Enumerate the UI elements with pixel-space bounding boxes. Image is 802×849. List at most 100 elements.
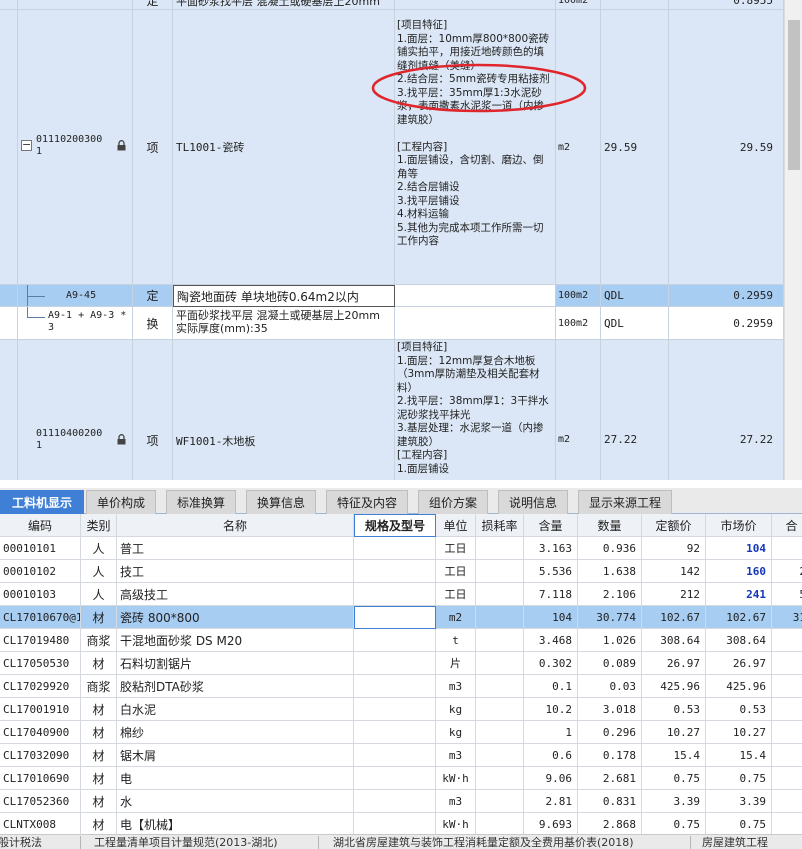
cell-category[interactable]: 商浆 [81,629,117,652]
cell-spec[interactable] [354,537,436,560]
row-features[interactable]: [项目特征] 1.面层：10mm厚800*800瓷砖铺实拍平，用接近地砖颜色的填… [395,10,556,285]
cell-spec[interactable] [354,560,436,583]
cell-loss-rate[interactable] [476,583,524,606]
cell-loss-rate[interactable] [476,744,524,767]
collapse-toggle[interactable]: − [21,139,32,151]
bill-row-selected[interactable]: A9-45 定 陶瓷地面砖 单块地砖0.64m2以内 100m2 QDL 0.2… [0,285,784,307]
cell-loss-rate[interactable] [476,560,524,583]
cell-name[interactable]: 白水泥 [117,698,354,721]
tab-conversion-info[interactable]: 换算信息 [246,490,316,514]
cell-quantity[interactable]: 0.831 [578,790,642,813]
cell-quantity[interactable]: 3.018 [578,698,642,721]
cell-quantity[interactable]: 2.106 [578,583,642,606]
grid-row[interactable]: 00010101 人普工 工日 3.163 0.936 92 104 [0,537,802,560]
cell-quota-price[interactable]: 212 [642,583,706,606]
cell-unit[interactable]: kW·h [436,767,476,790]
cell-spec[interactable] [354,767,436,790]
cell-quantity[interactable]: 2.681 [578,767,642,790]
cell-spec[interactable] [354,721,436,744]
cell-loss-rate[interactable] [476,629,524,652]
cell-market-price[interactable]: 26.97 [706,652,772,675]
cell-loss-rate[interactable] [476,790,524,813]
tab-features[interactable]: 特征及内容 [326,490,408,514]
cell-total[interactable] [772,675,802,698]
cell-category[interactable]: 材 [81,767,117,790]
tab-source-project[interactable]: 显示来源工程 [578,490,672,514]
cell-content[interactable]: 1 [524,721,578,744]
grid-row-selected[interactable]: CL17010670@1 材瓷砖 800*800 m2 104 30.774 102.67… [0,606,802,629]
cell-market-price[interactable]: 0.75 [706,813,772,834]
grid-row[interactable]: CL17001910 材白水泥 kg 10.2 3.018 0.53 0.53 [0,698,802,721]
cell-category[interactable]: 材 [81,721,117,744]
cell-market-price[interactable]: 15.4 [706,744,772,767]
cell-category[interactable]: 人 [81,537,117,560]
cell-quota-price[interactable]: 15.4 [642,744,706,767]
cell-name[interactable]: 普工 [117,537,354,560]
cell-content[interactable]: 0.6 [524,744,578,767]
cell-quantity[interactable]: 0.296 [578,721,642,744]
cell-loss-rate[interactable] [476,606,524,629]
cell-unit[interactable]: m2 [436,606,476,629]
cell-quantity[interactable]: 0.089 [578,652,642,675]
cell-unit[interactable]: m3 [436,675,476,698]
tab-labor-material[interactable]: 工料机显示 [0,490,84,514]
col-market-price[interactable]: 市场价 [706,514,772,537]
cell-total[interactable] [772,744,802,767]
bill-row-tile[interactable]: − 011102003001 项 TL1001-瓷砖 [项目特征] 1.面层：1… [0,10,784,285]
grid-row[interactable]: 00010102人技工 工日 5.5361.6381421602 [0,560,802,583]
cell-quantity[interactable]: 0.178 [578,744,642,767]
cell-market-price[interactable]: 102.67 [706,606,772,629]
row-features[interactable]: [项目特征] 1.面层：12mm厚复合木地板（3mm厚防潮垫及相关配套材料） 2… [395,340,556,480]
cell-code[interactable]: CLNTX008 [0,813,81,834]
cell-category[interactable]: 材 [81,813,117,834]
cell-name[interactable]: 棉纱 [117,721,354,744]
cell-unit[interactable]: m3 [436,790,476,813]
cell-quota-price[interactable]: 308.64 [642,629,706,652]
cell-loss-rate[interactable] [476,698,524,721]
cell-name[interactable]: 高级技工 [117,583,354,606]
cell-unit[interactable]: kg [436,698,476,721]
cell-quantity[interactable]: 2.868 [578,813,642,834]
cell-quota-price[interactable]: 92 [642,537,706,560]
cell-name[interactable]: 锯木屑 [117,744,354,767]
cell-category[interactable]: 材 [81,606,117,629]
grid-row[interactable]: CL17040900 材棉纱 kg 1 0.296 10.27 10.27 [0,721,802,744]
cell-content[interactable]: 0.302 [524,652,578,675]
cell-quantity[interactable]: 30.774 [578,606,642,629]
cell-code[interactable]: CL17001910 [0,698,81,721]
col-spec[interactable]: 规格及型号 [354,514,436,537]
tab-unit-price[interactable]: 单价构成 [86,490,156,514]
grid-row[interactable]: 00010103人高级技工 工日 7.1182.1062122415 [0,583,802,606]
col-quantity[interactable]: 数量 [578,514,642,537]
col-category[interactable]: 类别 [81,514,117,537]
row-name-editor[interactable]: 陶瓷地面砖 单块地砖0.64m2以内 [173,285,395,307]
cell-total[interactable] [772,813,802,834]
cell-unit[interactable]: 工日 [436,537,476,560]
col-loss-rate[interactable]: 损耗率 [476,514,524,537]
cell-total[interactable] [772,698,802,721]
cell-market-price[interactable]: 0.75 [706,767,772,790]
cell-quota-price[interactable]: 0.75 [642,767,706,790]
grid-row[interactable]: CL17032090 材锯木屑 m3 0.6 0.178 15.4 15.4 [0,744,802,767]
cell-unit[interactable]: 工日 [436,560,476,583]
cell-quota-price[interactable]: 0.75 [642,813,706,834]
cell-content[interactable]: 9.693 [524,813,578,834]
cell-quantity[interactable]: 1.638 [578,560,642,583]
cell-code[interactable]: CL17040900 [0,721,81,744]
bill-row[interactable]: 定 平面砂浆找平层 混凝土或硬基层上20mm 100m2 0.8955 [0,0,784,10]
cell-unit[interactable]: m3 [436,744,476,767]
cell-market-price[interactable]: 425.96 [706,675,772,698]
cell-quota-price[interactable]: 26.97 [642,652,706,675]
cell-total[interactable]: 2 [772,560,802,583]
tab-notes[interactable]: 说明信息 [498,490,568,514]
grid-row[interactable]: CL17010690 材电 kW·h 9.06 2.681 0.75 0.75 [0,767,802,790]
cell-loss-rate[interactable] [476,767,524,790]
cell-quota-price[interactable]: 10.27 [642,721,706,744]
cell-spec[interactable] [354,583,436,606]
cell-total[interactable] [772,790,802,813]
cell-total[interactable] [772,767,802,790]
cell-name[interactable]: 水 [117,790,354,813]
cell-name[interactable]: 胶粘剂DTA砂浆 [117,675,354,698]
cell-content[interactable]: 7.118 [524,583,578,606]
cell-code[interactable]: 00010102 [0,560,81,583]
